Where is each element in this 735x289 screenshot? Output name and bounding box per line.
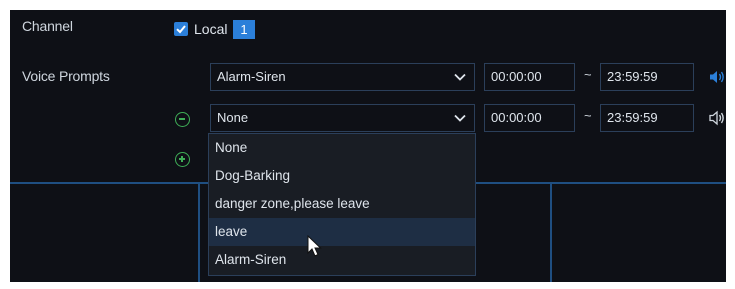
minus-circle-icon[interactable] <box>175 112 190 127</box>
local-checkbox[interactable] <box>174 22 188 36</box>
time-separator-2: ~ <box>584 108 592 123</box>
end-time-field-2[interactable]: 23:59:59 <box>600 104 694 132</box>
time-separator-1: ~ <box>584 67 592 82</box>
chevron-down-icon <box>454 105 466 131</box>
dropdown-option-leave[interactable]: leave <box>209 218 475 246</box>
vertical-divider-left <box>198 182 200 282</box>
dropdown-option-none[interactable]: None <box>209 134 475 162</box>
speaker-icon[interactable] <box>708 110 726 126</box>
chevron-down-icon <box>454 64 466 90</box>
dropdown-option-dog-barking[interactable]: Dog-Barking <box>209 162 475 190</box>
channel-number-badge[interactable]: 1 <box>233 20 255 39</box>
dropdown-option-danger-zone[interactable]: danger zone,please leave <box>209 190 475 218</box>
dropdown-option-alarm-siren[interactable]: Alarm-Siren <box>209 246 475 274</box>
end-time-field-1[interactable]: 23:59:59 <box>600 63 694 91</box>
voice-prompt-select-2-value: None <box>217 110 249 125</box>
start-time-field-2[interactable]: 00:00:00 <box>484 104 575 132</box>
voice-prompt-select-2[interactable]: None <box>210 104 475 132</box>
speaker-icon[interactable] <box>708 69 726 85</box>
voice-prompt-select-1[interactable]: Alarm-Siren <box>210 63 475 91</box>
plus-circle-icon[interactable] <box>175 152 190 167</box>
vertical-divider-right <box>550 182 552 282</box>
voice-prompts-label: Voice Prompts <box>22 68 110 84</box>
mouse-cursor-icon <box>307 235 322 257</box>
local-label: Local <box>194 21 228 37</box>
voice-prompt-settings-panel: Channel Local 1 Voice Prompts Alarm-Sire… <box>10 10 726 282</box>
channel-label: Channel <box>22 18 73 34</box>
voice-prompt-select-1-value: Alarm-Siren <box>217 69 286 84</box>
checkmark-icon <box>176 25 186 34</box>
voice-prompt-dropdown-list: None Dog-Barking danger zone,please leav… <box>208 133 476 276</box>
start-time-field-1[interactable]: 00:00:00 <box>484 63 575 91</box>
